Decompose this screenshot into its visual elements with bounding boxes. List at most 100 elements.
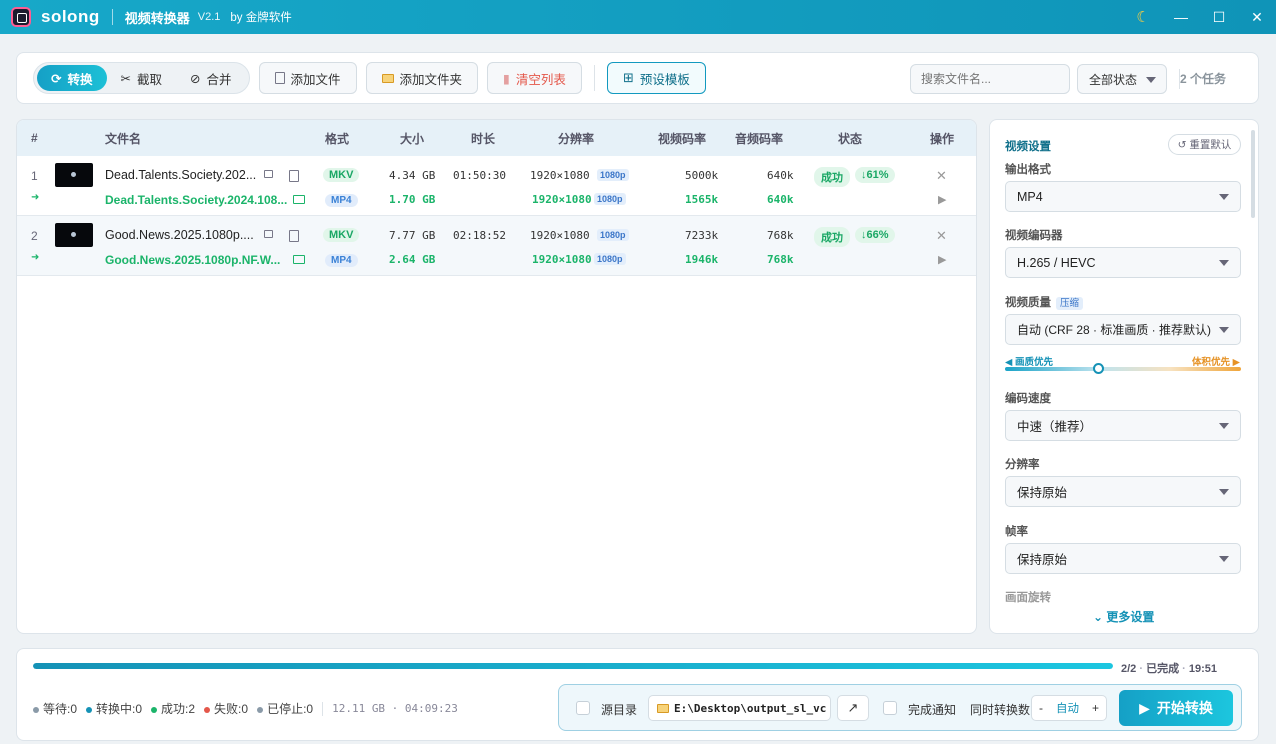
count-success-label: 成功:2: [161, 702, 196, 716]
increment-button[interactable]: +: [1092, 701, 1099, 715]
slider-size-priority: 体积优先 ▶: [1192, 357, 1240, 368]
add-folder-button[interactable]: 添加文件夹: [365, 62, 479, 94]
search-input[interactable]: [910, 64, 1070, 94]
output-resolution-tag: 1080p: [594, 193, 626, 205]
open-folder-icon[interactable]: [264, 170, 273, 178]
output-video-bitrate: 1565k: [685, 193, 719, 206]
app-logo-icon: [11, 7, 31, 27]
title-bar: solong 视频转换器 V2.1 by 金牌软件 ☾ — ☐ ✕: [0, 0, 1276, 34]
file-size: 4.34 GB: [389, 169, 436, 182]
file-icon: [274, 72, 285, 84]
theme-toggle-moon-icon[interactable]: ☾: [1124, 0, 1162, 34]
video-thumbnail: [55, 163, 93, 187]
preset-template-button[interactable]: ⊞ 预设模板: [606, 62, 706, 94]
output-format-label: 输出格式: [1005, 164, 1051, 176]
output-audio-bitrate: 640k: [767, 193, 794, 206]
overall-progress-bar: [33, 663, 1113, 669]
brand-name: solong: [41, 7, 100, 26]
output-path-field[interactable]: E:\Desktop\output_sl_vc: [648, 695, 831, 721]
mode-clip-label: 截取: [136, 72, 162, 87]
trash-icon: ▮: [503, 71, 510, 86]
count-waiting: 等待:0: [33, 700, 77, 717]
decrement-button[interactable]: -: [1039, 701, 1043, 715]
output-resolution: 1920×1080: [532, 193, 592, 206]
col-audio-bitrate: 音频码率: [735, 131, 784, 146]
notify-checkbox[interactable]: [883, 701, 897, 715]
status-badge: 成功: [814, 167, 850, 187]
minimize-button[interactable]: —: [1162, 0, 1200, 34]
file-info-icon[interactable]: [289, 170, 299, 182]
elapsed-time: 19:51: [1188, 663, 1218, 675]
resolution-select[interactable]: 保持原始: [1005, 476, 1241, 507]
concurrency-value: 自动: [1055, 703, 1079, 715]
output-resolution: 1920×1080: [532, 253, 592, 266]
folder-icon: [381, 73, 394, 83]
reset-icon: ↺: [1177, 138, 1187, 151]
format-badge: MKV: [323, 228, 360, 242]
bottom-status-panel: 2/2 · 已完成 · 19:51 等待:0 转换中:0 成功:2 失败:0 已…: [16, 648, 1259, 741]
table-row[interactable]: 1 ➜ Dead.Talents.Society.202... Dead.Tal…: [17, 156, 976, 216]
add-folder-label: 添加文件夹: [399, 72, 463, 87]
output-resolution-tag: 1080p: [594, 253, 626, 265]
start-convert-button[interactable]: ▶ 开始转换: [1119, 690, 1233, 726]
count-converting-label: 转换中:0: [96, 702, 143, 716]
app-vendor: by 金牌软件: [230, 12, 292, 24]
add-file-button[interactable]: 添加文件: [258, 62, 357, 94]
row-index: 2: [31, 229, 38, 243]
progress-fill: [33, 663, 1113, 669]
reset-label: 重置默认: [1189, 139, 1232, 151]
file-info-icon[interactable]: [289, 230, 299, 242]
folder-icon: [657, 703, 669, 713]
fps-select[interactable]: 保持原始: [1005, 543, 1241, 574]
col-video-bitrate: 视频码率: [658, 131, 707, 146]
quality-slider[interactable]: [1005, 363, 1241, 374]
output-folder-icon[interactable]: [293, 195, 305, 204]
play-icon[interactable]: ▶: [938, 193, 946, 206]
output-file-name: Dead.Talents.Society.2024.108...: [105, 193, 288, 207]
open-folder-icon[interactable]: [264, 230, 273, 238]
codec-select[interactable]: H.265 / HEVC: [1005, 247, 1241, 278]
source-dir-checkbox[interactable]: [576, 701, 590, 715]
app-version: V2.1: [197, 11, 221, 23]
clear-list-label: 清空列表: [515, 72, 566, 87]
size-reduction-badge: ↓66%: [855, 227, 895, 243]
fps-label: 帧率: [1005, 526, 1028, 538]
col-format: 格式: [325, 131, 350, 146]
quality-label-text: 视频质量: [1005, 297, 1051, 309]
remove-close-icon[interactable]: ✕: [936, 228, 947, 244]
output-folder-icon[interactable]: [293, 255, 305, 264]
concurrency-stepper[interactable]: - 自动 +: [1031, 695, 1107, 721]
file-name: Good.News.2025.1080p....: [105, 228, 254, 242]
status-filter-select[interactable]: 全部状态: [1077, 64, 1167, 94]
settings-panel: 视频设置 ↺ 重置默认 输出格式 MP4 视频编码器 H.265 / HEVC 视…: [989, 119, 1259, 634]
quality-select[interactable]: 自动 (CRF 28 · 标准画质 · 推荐默认): [1005, 314, 1241, 345]
file-name: Dead.Talents.Society.202...: [105, 168, 257, 182]
source-dir-label: 源目录: [601, 703, 638, 717]
output-video-bitrate: 1946k: [685, 253, 719, 266]
mode-merge-tab[interactable]: ⊘ 合并: [176, 65, 246, 91]
reset-default-button[interactable]: ↺ 重置默认: [1168, 134, 1241, 155]
col-name: 文件名: [105, 131, 142, 146]
chevron-down-icon: [1219, 194, 1229, 200]
preset-template-label: 预设模板: [639, 72, 690, 87]
mode-clip-tab[interactable]: ✂ 截取: [107, 65, 177, 91]
rotate-label: 画面旋转: [1005, 592, 1051, 604]
mode-convert-tab[interactable]: ⟳ 转换: [37, 65, 107, 91]
table-row[interactable]: 2 ➜ Good.News.2025.1080p.... Good.News.2…: [17, 216, 976, 276]
speed-select[interactable]: 中速（推荐）: [1005, 410, 1241, 441]
open-output-button[interactable]: ↗: [837, 695, 869, 721]
maximize-button[interactable]: ☐: [1200, 0, 1238, 34]
more-settings-link[interactable]: ⌄ 更多设置: [1093, 608, 1154, 625]
remove-close-icon[interactable]: ✕: [936, 168, 947, 184]
chevron-down-icon: [1219, 260, 1229, 266]
clear-list-button[interactable]: ▮ 清空列表: [487, 62, 582, 94]
settings-scrollbar[interactable]: [1251, 130, 1255, 218]
convert-icon: ⟳: [51, 71, 62, 86]
output-format-select[interactable]: MP4: [1005, 181, 1241, 212]
progress-state: 已完成: [1146, 663, 1180, 675]
play-icon[interactable]: ▶: [938, 253, 946, 266]
mode-switch: ⟳ 转换 ✂ 截取 ⊘ 合并: [33, 62, 250, 94]
row-index: 1: [31, 169, 38, 183]
slider-handle[interactable]: [1093, 363, 1105, 374]
close-button[interactable]: ✕: [1238, 0, 1276, 34]
